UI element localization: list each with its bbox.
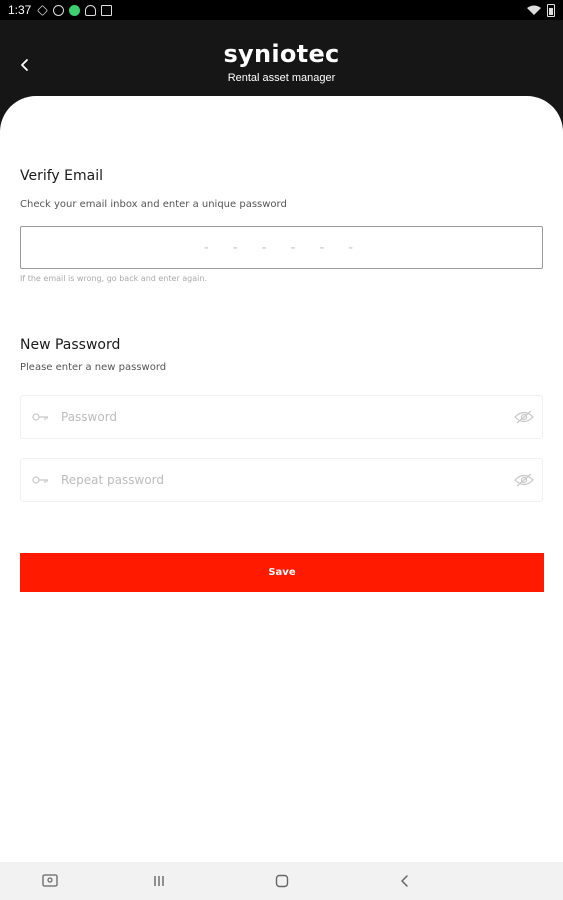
new-password-description: Please enter a new password <box>20 362 167 373</box>
verify-email-title: Verify Email <box>20 168 104 184</box>
chat-icon <box>85 4 97 16</box>
verification-code-input[interactable] <box>20 226 543 269</box>
status-time: 1:37 <box>8 3 32 17</box>
sync-icon <box>69 4 81 16</box>
status-bar: 1:37 <box>0 0 563 20</box>
clipboard-icon <box>101 4 113 16</box>
status-icons <box>37 4 113 16</box>
eye-off-icon[interactable] <box>506 410 542 424</box>
verify-email-description: Check your email inbox and enter a uniqu… <box>20 199 287 210</box>
brand-logo: syniotec <box>223 40 340 68</box>
system-nav-bar <box>0 862 563 900</box>
password-field[interactable] <box>20 395 543 439</box>
verify-helper-text: If the email is wrong, go back and enter… <box>20 274 207 283</box>
screenshot-icon[interactable] <box>39 871 61 891</box>
status-icons-right <box>527 3 555 17</box>
brand-subtitle: Rental asset manager <box>227 72 336 84</box>
brand: syniotec Rental asset manager <box>0 40 563 84</box>
key-icon <box>21 412 61 422</box>
recents-icon[interactable] <box>148 871 170 891</box>
eye-off-icon[interactable] <box>506 473 542 487</box>
at-icon <box>53 4 65 16</box>
key-icon <box>21 475 61 485</box>
password-input[interactable] <box>61 410 506 424</box>
repeat-password-input[interactable] <box>61 473 506 487</box>
new-password-title: New Password <box>20 337 121 353</box>
wifi-icon <box>527 5 541 15</box>
notification-icon <box>37 4 49 16</box>
back-icon[interactable] <box>394 871 416 891</box>
battery-icon <box>547 3 555 17</box>
home-icon[interactable] <box>271 871 293 891</box>
save-button[interactable]: Save <box>20 553 544 592</box>
repeat-password-field[interactable] <box>20 458 543 502</box>
